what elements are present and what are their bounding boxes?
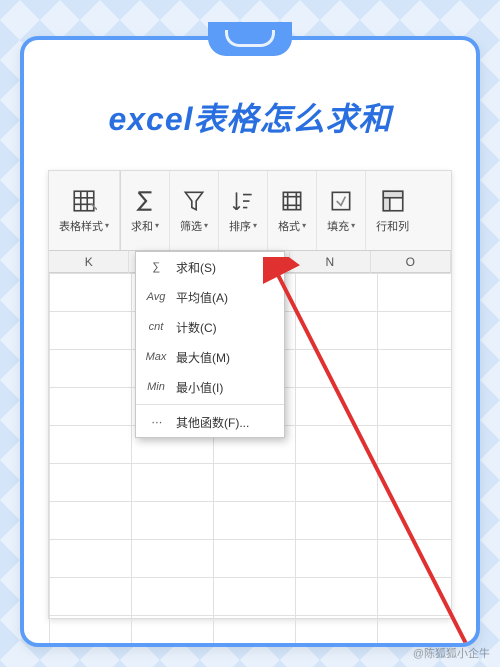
table-style-label: 表格样式 bbox=[59, 218, 103, 234]
dropdown-caret-icon: ▾ bbox=[302, 221, 306, 230]
sort-icon bbox=[230, 188, 256, 214]
sigma-icon: ∑ bbox=[144, 261, 168, 273]
sum-label: 求和 bbox=[131, 218, 153, 234]
table-style-icon bbox=[71, 188, 97, 214]
menu-item-label: 计数(C) bbox=[176, 319, 217, 336]
dropdown-caret-icon: ▾ bbox=[351, 221, 355, 230]
table-style-button[interactable]: 表格样式▾ bbox=[49, 171, 120, 250]
other-icon: ⋯ bbox=[144, 416, 168, 429]
fill-button[interactable]: 填充▾ bbox=[317, 171, 366, 250]
format-label: 格式 bbox=[278, 218, 300, 234]
filter-button[interactable]: 筛选▾ bbox=[170, 171, 219, 250]
fill-label: 填充 bbox=[327, 218, 349, 234]
menu-item-label: 最大值(M) bbox=[176, 349, 230, 366]
dropdown-caret-icon: ▾ bbox=[204, 221, 208, 230]
menu-item-label: 求和(S) bbox=[176, 259, 216, 276]
sum-dropdown-menu: ∑ 求和(S) Avg 平均值(A) cnt 计数(C) Max 最大值(M) … bbox=[135, 251, 285, 438]
menu-item-label: 平均值(A) bbox=[176, 289, 228, 306]
menu-item-max[interactable]: Max 最大值(M) bbox=[136, 342, 284, 372]
dropdown-caret-icon: ▾ bbox=[105, 221, 109, 230]
rowcol-label: 行和列 bbox=[376, 218, 409, 234]
rowcol-button[interactable]: 行和列 bbox=[366, 171, 419, 250]
col-header[interactable]: O bbox=[371, 251, 451, 273]
sort-label: 排序 bbox=[229, 218, 251, 234]
avg-icon: Avg bbox=[144, 291, 168, 303]
screenshot-frame: 表格样式▾ 求和▾ 筛选▾ 排序▾ bbox=[48, 170, 452, 619]
tutorial-card: excel表格怎么求和 表格样式▾ 求和▾ 筛选▾ bbox=[20, 36, 480, 647]
sigma-icon bbox=[132, 188, 158, 214]
menu-item-avg[interactable]: Avg 平均值(A) bbox=[136, 282, 284, 312]
col-header[interactable]: K bbox=[49, 251, 129, 273]
menu-item-sum[interactable]: ∑ 求和(S) bbox=[136, 252, 284, 282]
watermark: @陈狐狐小企牛 bbox=[413, 645, 490, 661]
col-header[interactable]: N bbox=[290, 251, 370, 273]
menu-item-label: 其他函数(F)... bbox=[176, 414, 249, 431]
sum-button[interactable]: 求和▾ bbox=[121, 171, 170, 250]
dropdown-caret-icon: ▾ bbox=[253, 221, 257, 230]
fill-icon bbox=[328, 188, 354, 214]
min-icon: Min bbox=[144, 381, 168, 393]
menu-item-min[interactable]: Min 最小值(I) bbox=[136, 372, 284, 402]
card-notch bbox=[208, 22, 292, 56]
format-button[interactable]: 格式▾ bbox=[268, 171, 317, 250]
filter-icon bbox=[181, 188, 207, 214]
dropdown-caret-icon: ▾ bbox=[155, 221, 159, 230]
format-icon bbox=[279, 188, 305, 214]
filter-label: 筛选 bbox=[180, 218, 202, 234]
menu-separator bbox=[136, 404, 284, 405]
sort-button[interactable]: 排序▾ bbox=[219, 171, 268, 250]
count-icon: cnt bbox=[144, 321, 168, 333]
menu-item-other-functions[interactable]: ⋯ 其他函数(F)... bbox=[136, 407, 284, 437]
max-icon: Max bbox=[144, 351, 168, 363]
page-title: excel表格怎么求和 bbox=[24, 94, 476, 140]
rowcol-icon bbox=[380, 188, 406, 214]
ribbon-toolbar: 表格样式▾ 求和▾ 筛选▾ 排序▾ bbox=[49, 171, 451, 251]
menu-item-label: 最小值(I) bbox=[176, 379, 223, 396]
menu-item-count[interactable]: cnt 计数(C) bbox=[136, 312, 284, 342]
